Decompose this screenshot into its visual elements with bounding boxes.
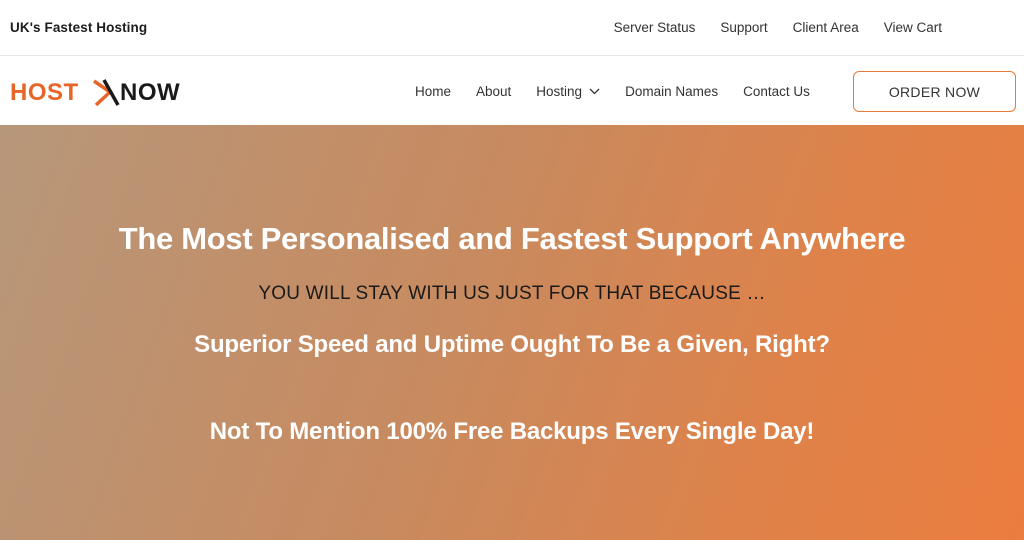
support-link[interactable]: Support <box>720 20 767 35</box>
nav-hosting[interactable]: Hosting <box>536 84 600 99</box>
client-area-link[interactable]: Client Area <box>793 20 859 35</box>
main-navbar: HOST NOW Home About Hosting Domain Names… <box>0 57 1024 125</box>
hero-section: The Most Personalised and Fastest Suppor… <box>0 125 1024 540</box>
tagline: UK's Fastest Hosting <box>10 20 148 35</box>
hero-headline: The Most Personalised and Fastest Suppor… <box>118 221 906 256</box>
nav-hosting-label: Hosting <box>536 83 583 99</box>
top-links: Server Status Support Client Area View C… <box>614 20 942 35</box>
view-cart-link[interactable]: View Cart <box>884 20 942 35</box>
hero-line-speed: Superior Speed and Uptime Ought To Be a … <box>194 331 830 358</box>
hostxnow-logo[interactable]: HOST NOW <box>10 77 200 107</box>
nav-domain-names[interactable]: Domain Names <box>625 84 718 99</box>
nav-contact-us[interactable]: Contact Us <box>743 84 810 99</box>
order-now-button[interactable]: ORDER NOW <box>853 71 1016 112</box>
hero-line-backups: Not To Mention 100% Free Backups Every S… <box>209 418 815 445</box>
logo-host-text: HOST <box>10 79 79 106</box>
primary-menu: Home About Hosting Domain Names Contact … <box>415 57 810 125</box>
hero-subheadline: YOU WILL STAY WITH US JUST FOR THAT BECA… <box>258 283 766 304</box>
nav-home[interactable]: Home <box>415 84 451 99</box>
server-status-link[interactable]: Server Status <box>614 20 696 35</box>
chevron-down-icon <box>589 88 600 94</box>
nav-about[interactable]: About <box>476 84 511 99</box>
top-bar: UK's Fastest Hosting Server Status Suppo… <box>0 0 1024 56</box>
logo-now-text: NOW <box>120 79 180 106</box>
logo-x-dark-stroke <box>102 79 120 106</box>
